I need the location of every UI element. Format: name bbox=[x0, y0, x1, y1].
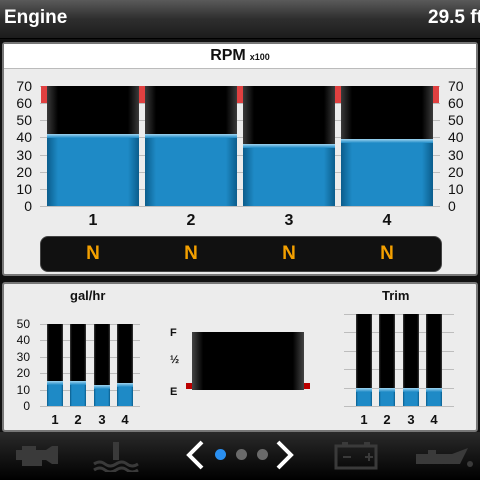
y-tick-right: 30 bbox=[448, 146, 464, 163]
redline-marker bbox=[237, 86, 243, 104]
page-dot[interactable] bbox=[236, 449, 247, 460]
y-tick-right: 20 bbox=[448, 163, 464, 180]
fuel-rate-bar-fill bbox=[70, 381, 86, 406]
gridline bbox=[40, 206, 440, 207]
previous-page-arrow[interactable] bbox=[186, 440, 204, 470]
redline-marker bbox=[139, 86, 145, 104]
rpm-bar-fill bbox=[243, 144, 335, 206]
rpm-bar-4 bbox=[341, 86, 433, 206]
redline-marker bbox=[335, 86, 341, 104]
next-page-arrow[interactable] bbox=[276, 440, 294, 470]
y-tick-left: 70 bbox=[16, 78, 32, 94]
engine-label-4: 4 bbox=[382, 212, 392, 229]
tank-empty-marker bbox=[304, 383, 310, 389]
gear-strip: N N N N bbox=[40, 236, 442, 272]
trim-title: Trim bbox=[382, 288, 410, 303]
engine-label-2: 2 bbox=[186, 212, 196, 229]
gear-indicator-2: N bbox=[184, 243, 198, 264]
fuel-y-tick: 50 bbox=[16, 317, 30, 331]
y-tick-right: 10 bbox=[448, 180, 464, 197]
y-tick-right: 40 bbox=[448, 129, 464, 146]
fuel-rate-bar-3 bbox=[94, 324, 110, 406]
trim-bar-4 bbox=[426, 314, 442, 406]
trim-bar-fill bbox=[426, 387, 442, 406]
page-dot[interactable] bbox=[215, 449, 226, 460]
tank-empty-marker bbox=[186, 383, 192, 389]
rpm-bar-2 bbox=[145, 86, 237, 206]
trim-engine-label-2: 2 bbox=[383, 412, 391, 427]
engine-label-3: 3 bbox=[284, 212, 294, 229]
trim-engine-label-3: 3 bbox=[407, 412, 415, 427]
redline-marker bbox=[433, 86, 439, 104]
y-tick-left: 10 bbox=[16, 180, 32, 197]
y-tick-left: 40 bbox=[16, 129, 32, 146]
trim-bar-fill bbox=[379, 387, 395, 406]
rpm-panel-header: RPM x100 bbox=[4, 44, 476, 69]
y-tick-left: 0 bbox=[24, 198, 32, 214]
fuel-rate-bar-fill bbox=[117, 383, 133, 406]
y-tick-left: 60 bbox=[16, 95, 32, 112]
fuel-rate-title: gal/hr bbox=[70, 288, 106, 303]
fuel-y-tick: 30 bbox=[16, 349, 30, 364]
rpm-title: RPM bbox=[210, 47, 246, 64]
tank-half-label: ½ bbox=[170, 354, 180, 366]
battery-icon[interactable] bbox=[334, 440, 378, 476]
rpm-bar-fill bbox=[341, 139, 433, 206]
fuel-y-tick: 10 bbox=[16, 382, 30, 397]
fuel-rate-bar-fill bbox=[94, 384, 110, 406]
gridline bbox=[344, 406, 454, 407]
gear-indicator-3: N bbox=[282, 243, 296, 264]
fuel-rate-bar-4 bbox=[117, 324, 133, 406]
fuel-rate-bar-fill bbox=[47, 381, 63, 406]
trim-engine-label-4: 4 bbox=[430, 412, 438, 427]
gridline bbox=[40, 406, 140, 407]
oil-pressure-icon[interactable] bbox=[412, 440, 476, 476]
fuel-engine-label-3: 3 bbox=[98, 412, 106, 427]
y-tick-right: 50 bbox=[448, 112, 464, 129]
page-dot[interactable] bbox=[257, 449, 268, 460]
y-tick-left: 20 bbox=[16, 163, 32, 180]
fuel-engine-label-4: 4 bbox=[121, 412, 129, 427]
y-tick-left: 50 bbox=[16, 112, 32, 129]
trim-bar-fill bbox=[356, 387, 372, 406]
title-bar: Engine 29.5 ft bbox=[0, 0, 480, 39]
depth-readout: 29.5 ft bbox=[428, 7, 480, 28]
fuel-engine-label-1: 1 bbox=[51, 412, 59, 427]
trim-bar-1 bbox=[356, 314, 372, 406]
rpm-bar-fill bbox=[47, 134, 139, 206]
tank-full-label: F bbox=[170, 327, 177, 339]
trim-bar-fill bbox=[403, 387, 419, 406]
fuel-y-tick: 40 bbox=[16, 333, 30, 348]
page-title: Engine bbox=[4, 7, 68, 28]
fuel-y-tick: 0 bbox=[23, 399, 30, 413]
gear-indicator-4: N bbox=[380, 243, 394, 264]
engine-label-1: 1 bbox=[88, 212, 98, 229]
trim-engine-label-1: 1 bbox=[360, 412, 368, 427]
fuel-rate-bar-2 bbox=[70, 324, 86, 406]
coolant-temp-icon[interactable] bbox=[92, 440, 140, 478]
y-tick-right: 0 bbox=[448, 198, 456, 214]
gear-indicator-1: N bbox=[86, 243, 100, 264]
trim-bar-2 bbox=[379, 314, 395, 406]
fuel-tank-gauge bbox=[192, 332, 304, 390]
rpm-unit: x100 bbox=[249, 52, 270, 62]
fuel-rate-bar-1 bbox=[47, 324, 63, 406]
redline-marker bbox=[41, 86, 47, 104]
y-tick-right: 60 bbox=[448, 95, 464, 112]
rpm-bar-3 bbox=[243, 86, 335, 206]
fuel-y-tick: 20 bbox=[16, 366, 30, 381]
engine-icon[interactable] bbox=[12, 440, 64, 476]
y-tick-right: 70 bbox=[448, 78, 464, 94]
rpm-bar-fill bbox=[145, 134, 237, 206]
trim-bar-3 bbox=[403, 314, 419, 406]
rpm-bar-1 bbox=[47, 86, 139, 206]
tank-empty-label: E bbox=[170, 386, 178, 398]
y-tick-left: 30 bbox=[16, 146, 32, 163]
fuel-engine-label-2: 2 bbox=[74, 412, 82, 427]
